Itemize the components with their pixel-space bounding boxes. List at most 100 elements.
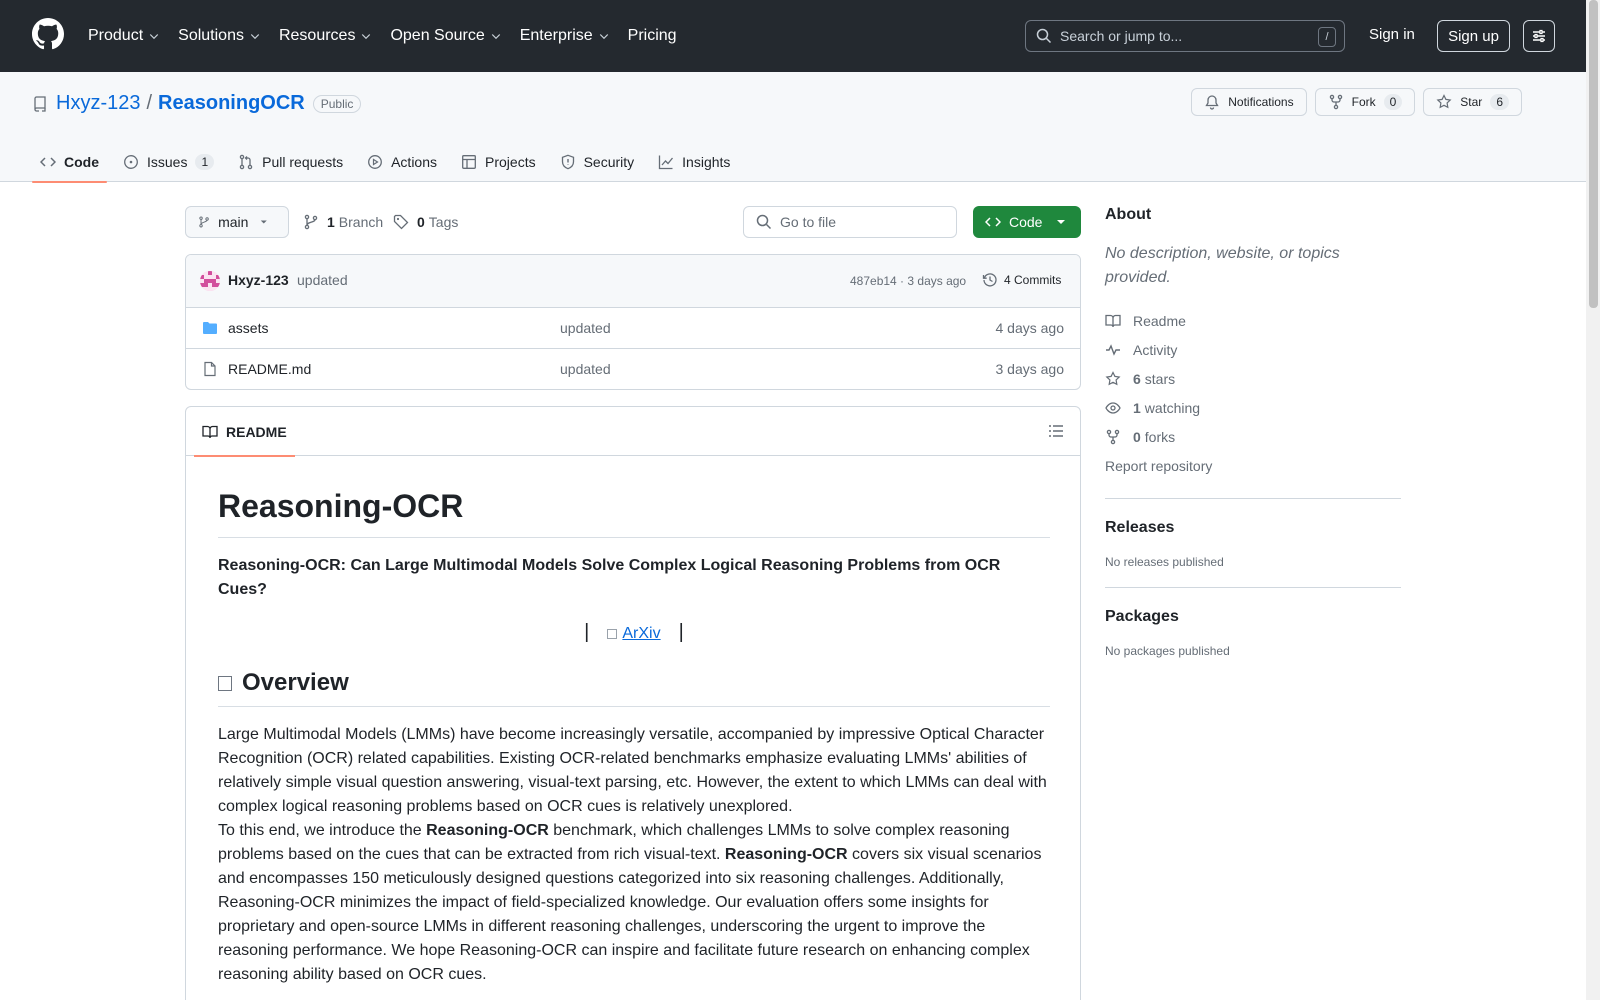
sign-in-link[interactable]: Sign in [1369, 26, 1415, 43]
repo-header: Hxyz-123 / ReasoningOCR Public Notificat… [0, 72, 1586, 183]
star-button[interactable]: Star 6 [1423, 88, 1522, 116]
commits-history-link[interactable]: 4 Commits [982, 272, 1061, 288]
forks-count: 0 [1133, 428, 1141, 445]
readme-link[interactable]: Readme [1105, 306, 1401, 335]
tab-label: Code [64, 154, 99, 170]
fork-label: Fork [1351, 95, 1376, 109]
file-commit-message[interactable]: updated [560, 320, 611, 336]
repo-owner-link[interactable]: Hxyz-123 [56, 92, 140, 115]
file-icon [204, 361, 216, 377]
readme-panel: README Reasoning-OCR Reasoning-OCR: Can … [185, 406, 1081, 1000]
releases-empty: No releases published [1105, 555, 1224, 569]
nav-label: Pricing [627, 27, 677, 44]
tab-projects[interactable]: Projects [453, 142, 544, 182]
fork-button[interactable]: Fork 0 [1314, 88, 1416, 116]
tab-label: Actions [391, 154, 438, 170]
tab-label: Projects [485, 154, 536, 170]
overview-paragraph-2: To this end, we introduce the Reasoning-… [218, 819, 1050, 987]
tags-count: 0 [417, 214, 425, 230]
tab-code[interactable]: Code [32, 142, 107, 183]
report-repository-link[interactable]: Report repository [1105, 451, 1401, 480]
global-search-input[interactable]: Search or jump to... / [1025, 20, 1345, 52]
file-name-link[interactable]: README.md [228, 361, 311, 377]
divider [1105, 587, 1401, 588]
tab-security[interactable]: Security [552, 142, 643, 182]
branches-count: 1 [327, 214, 335, 230]
file-commit-message[interactable]: updated [560, 361, 611, 377]
search-placeholder: Search or jump to... [1060, 28, 1183, 44]
packages-heading[interactable]: Packages [1105, 608, 1401, 626]
tab-issues[interactable]: Issues 1 [115, 142, 222, 182]
readme-tabbar: README [186, 407, 1080, 457]
file-commit-date: 4 days ago [995, 320, 1065, 336]
fork-icon [1106, 429, 1120, 444]
tab-actions[interactable]: Actions [359, 142, 445, 182]
branches-link[interactable]: 1 Branch [303, 214, 383, 230]
graph-icon [659, 155, 674, 170]
stars-link[interactable]: 6 stars [1105, 364, 1401, 393]
repo-icon [34, 95, 46, 112]
settings-menu-button[interactable] [1523, 20, 1555, 52]
tab-insights[interactable]: Insights [650, 142, 738, 182]
repo-name-link[interactable]: ReasoningOCR [158, 92, 305, 115]
avatar[interactable] [200, 271, 220, 291]
fork-icon [1329, 94, 1342, 110]
activity-link-label: Activity [1133, 341, 1178, 358]
nav-resources[interactable]: Resources [279, 27, 372, 45]
list-outline-icon[interactable] [1048, 423, 1064, 439]
code-icon [985, 217, 1001, 227]
readme-tab[interactable]: README [194, 407, 295, 457]
code-dropdown-button[interactable]: Code [973, 206, 1081, 238]
code-button-label: Code [1009, 214, 1043, 230]
broken-image-icon [607, 629, 618, 640]
search-icon [756, 214, 772, 230]
chevron-down-icon [250, 34, 260, 40]
arxiv-bar-right: | [678, 621, 684, 644]
nav-label: Product [88, 27, 144, 44]
commit-message-link[interactable]: updated [297, 272, 348, 288]
nav-pricing[interactable]: Pricing [628, 27, 677, 45]
arxiv-link[interactable]: ArXiv [622, 625, 660, 642]
commit-author-link[interactable]: Hxyz-123 [228, 272, 289, 288]
nav-solutions[interactable]: Solutions [178, 27, 261, 45]
nav-enterprise[interactable]: Enterprise [520, 27, 610, 45]
star-count: 6 [1490, 94, 1509, 110]
forks-link[interactable]: 0 forks [1105, 422, 1401, 451]
issues-count: 1 [195, 154, 215, 170]
nav-open-source[interactable]: Open Source [390, 27, 501, 45]
nav-product[interactable]: Product [88, 27, 160, 45]
github-logo-icon[interactable] [32, 18, 64, 50]
play-icon [368, 155, 383, 169]
releases-heading[interactable]: Releases [1105, 519, 1401, 537]
about-description: No description, website, or topics provi… [1105, 245, 1340, 286]
commit-hash-time[interactable]: 487eb14 · 3 days ago [850, 274, 966, 288]
chevron-down-icon [149, 34, 159, 40]
sign-up-button[interactable]: Sign up [1437, 20, 1510, 52]
file-name-link[interactable]: assets [228, 320, 268, 336]
branch-select-button[interactable]: main [185, 206, 289, 238]
tab-label: Issues [147, 154, 188, 170]
file-row-assets[interactable]: assets updated 4 days ago [186, 308, 1080, 349]
visibility-badge: Public [312, 94, 362, 113]
arxiv-bar-left: | [584, 621, 590, 644]
overview-heading: Overview [218, 668, 1050, 708]
scrollbar-thumb[interactable] [1589, 0, 1598, 308]
watching-link[interactable]: 1 watching [1105, 393, 1401, 422]
tags-link[interactable]: 0 Tags [393, 214, 458, 230]
paragraph-text: covers six visual scenarios and encompas… [218, 846, 1042, 984]
activity-link[interactable]: Activity [1105, 335, 1401, 364]
file-row-readme[interactable]: README.md updated 3 days ago [186, 349, 1080, 389]
readme-link-label: Readme [1133, 312, 1186, 329]
go-to-file-placeholder: Go to file [780, 214, 837, 230]
file-browser: Hxyz-123 updated 487eb14 · 3 days ago 4 … [185, 254, 1081, 390]
about-links: Readme Activity 6 stars 1 watching 0 forks … [1105, 306, 1401, 480]
bell-icon [1205, 95, 1219, 110]
notifications-button[interactable]: Notifications [1191, 88, 1307, 116]
page-scrollbar[interactable] [1586, 0, 1600, 1000]
tab-pull-requests[interactable]: Pull requests [230, 142, 351, 182]
tag-icon [393, 214, 409, 230]
caret-down-icon [1057, 220, 1066, 224]
search-icon [1036, 28, 1052, 44]
go-to-file-input[interactable]: Go to file [743, 206, 957, 238]
broken-image-icon [218, 675, 232, 691]
